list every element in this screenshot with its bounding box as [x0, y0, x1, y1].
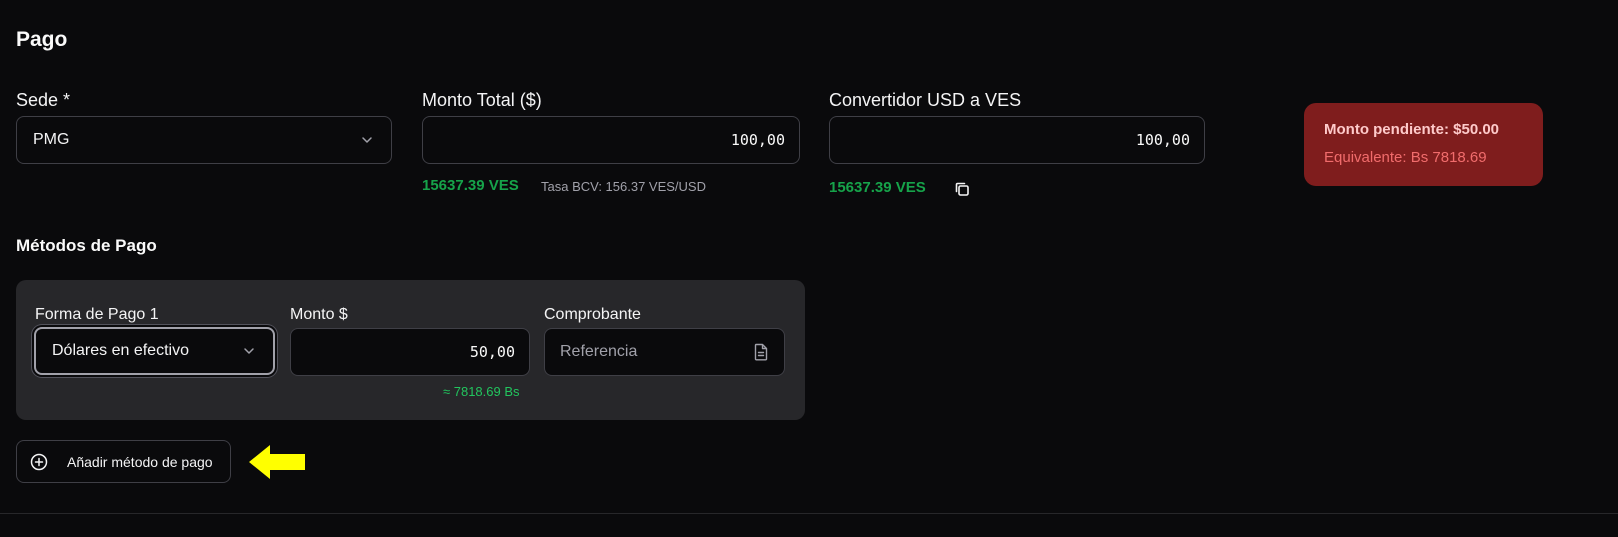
arrow-left-icon [249, 445, 305, 479]
monto-label: Monto $ [290, 306, 348, 323]
convertidor-input[interactable]: 100,00 [829, 116, 1205, 164]
pending-amount-title: Monto pendiente: $50.00 [1324, 121, 1500, 138]
chevron-down-icon [359, 132, 375, 148]
add-payment-method-button[interactable]: Añadir método de pago [16, 440, 231, 483]
pending-amount-card: Monto pendiente: $50.00 Equivalente: Bs … [1304, 103, 1543, 186]
comprobante-placeholder: Referencia [560, 343, 638, 360]
chevron-down-icon [241, 343, 257, 359]
sede-select[interactable]: PMG [16, 116, 392, 164]
copy-icon [955, 182, 969, 196]
comprobante-input[interactable]: Referencia [544, 328, 785, 376]
payment-method-card: Forma de Pago 1 Dólares en efectivo Mont… [16, 280, 805, 420]
tasa-bcv: Tasa BCV: 156.37 VES/USD [541, 179, 706, 194]
forma-pago-value: Dólares en efectivo [52, 342, 189, 359]
add-payment-method-label: Añadir método de pago [67, 453, 213, 470]
monto-input[interactable]: 50,00 [290, 328, 530, 376]
metodos-title: Métodos de Pago [16, 236, 157, 255]
convertidor-value: 100,00 [1135, 131, 1190, 149]
bottom-divider [0, 513, 1618, 514]
sede-select-value: PMG [33, 131, 70, 148]
copy-button[interactable] [951, 178, 973, 200]
sede-label: Sede * [16, 90, 71, 110]
monto-total-ves: 15637.39 VES [422, 177, 519, 194]
convertidor-label: Convertidor USD a VES [829, 90, 1022, 110]
forma-pago-select[interactable]: Dólares en efectivo [34, 327, 275, 375]
plus-circle-icon [30, 453, 48, 470]
forma-pago-label: Forma de Pago 1 [35, 306, 159, 323]
monto-total-value: 100,00 [730, 131, 785, 149]
comprobante-label: Comprobante [544, 306, 641, 323]
monto-total-label: Monto Total ($) [422, 90, 542, 110]
convertidor-ves: 15637.39 VES [829, 179, 926, 196]
monto-value: 50,00 [469, 343, 515, 361]
pending-amount-equivalent: Equivalente: Bs 7818.69 [1324, 149, 1487, 166]
payment-page: Pago Sede * PMG Monto Total ($) 100,00 1… [0, 0, 1618, 537]
document-icon[interactable] [753, 343, 769, 361]
monto-approx-bs: ≈ 7818.69 Bs [443, 384, 520, 399]
monto-total-input[interactable]: 100,00 [422, 116, 800, 164]
page-title: Pago [16, 28, 68, 51]
